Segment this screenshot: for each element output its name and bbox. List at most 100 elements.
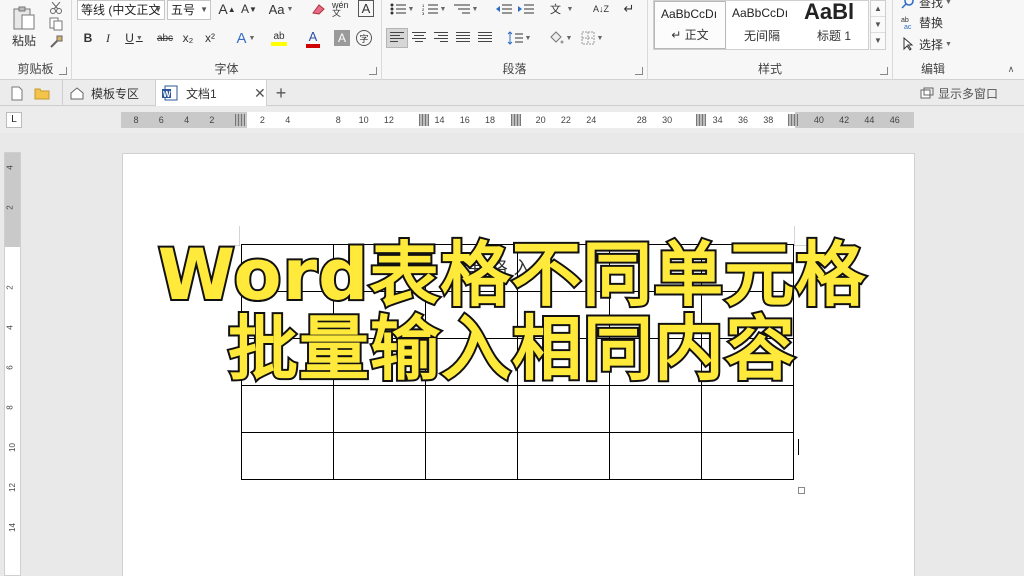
line-spacing-button[interactable]: ▼ — [504, 28, 534, 48]
borders-button[interactable]: ▼ — [578, 28, 606, 48]
table-cell[interactable] — [609, 385, 702, 433]
numbering-button[interactable]: 1 2 3 ▼ — [420, 0, 448, 18]
table-cell[interactable] — [333, 385, 426, 433]
tab-document[interactable]: W 文档1 ✕ — [155, 80, 267, 106]
clipboard-launcher[interactable] — [59, 67, 67, 75]
font-color-button[interactable]: A — [298, 28, 328, 48]
column-marker[interactable] — [419, 114, 429, 126]
paragraph-launcher[interactable] — [635, 67, 643, 75]
paint-bucket-icon — [549, 31, 564, 44]
column-marker[interactable] — [235, 114, 245, 126]
superscript-label: x² — [205, 31, 215, 45]
cut-button[interactable] — [46, 0, 66, 16]
editing-group: 查找 ▼ ab ac 替换 选择 ▼ 编辑 — [893, 0, 973, 80]
style-normal[interactable]: AaBbCcDı ↵ 正文 — [654, 1, 726, 49]
find-button[interactable]: 查找 ▼ — [901, 0, 952, 10]
enclose-char-button[interactable]: 字 — [356, 30, 372, 46]
collapse-ribbon-button[interactable]: ∧ — [1004, 62, 1018, 76]
superscript-button[interactable]: x² — [201, 28, 219, 48]
grow-font-button[interactable]: A ▲ — [218, 0, 236, 18]
gallery-down-button[interactable]: ▼ — [871, 17, 885, 33]
gallery-more-button[interactable]: ▼ — [871, 33, 885, 49]
change-case-button[interactable]: Aa ▼ — [266, 0, 296, 18]
tab-stop-selector[interactable]: L — [6, 112, 22, 128]
find-label: 查找 — [919, 0, 944, 10]
highlight-button[interactable]: ab — [264, 28, 294, 48]
paste-button[interactable]: 粘贴 — [8, 2, 40, 52]
bold-label: B — [83, 31, 93, 45]
style-heading-1[interactable]: AaBl 标题 1 — [798, 0, 870, 49]
replace-button[interactable]: ab ac 替换 — [901, 14, 943, 30]
table-cell[interactable] — [425, 432, 518, 480]
style-no-spacing[interactable]: AaBbCcDı 无间隔 — [726, 1, 798, 49]
bold-button[interactable]: B — [80, 28, 96, 48]
table-cell[interactable] — [333, 432, 426, 480]
increase-indent-button[interactable] — [516, 0, 536, 18]
table-cell[interactable] — [241, 432, 334, 480]
close-icon[interactable]: ✕ — [254, 85, 266, 102]
italic-label: I — [106, 30, 110, 45]
strikethrough-button[interactable]: abc — [154, 28, 176, 48]
align-left-button[interactable] — [386, 28, 408, 48]
align-right-button[interactable] — [430, 28, 452, 48]
chevron-down-icon: ▼ — [200, 5, 208, 14]
borders-icon — [581, 31, 595, 45]
select-button[interactable]: 选择 ▼ — [901, 36, 952, 52]
clear-format-button[interactable] — [308, 0, 328, 18]
document-tab-bar: 模板专区 W 文档1 ✕ + 显示多窗口 — [0, 80, 1024, 106]
text-effect-button[interactable]: A ▼ — [232, 28, 260, 48]
indent-icon — [518, 4, 534, 14]
styles-launcher[interactable] — [880, 67, 888, 75]
style-normal-name: ↵ 正文 — [671, 28, 709, 42]
column-marker[interactable] — [696, 114, 706, 126]
multi-window-button[interactable]: 显示多窗口 — [920, 84, 998, 102]
align-center-button[interactable] — [408, 28, 430, 48]
new-tab-button[interactable]: + — [272, 83, 290, 103]
asian-layout-button[interactable]: 文 ▼ — [546, 0, 576, 18]
text-effect-label: A — [236, 29, 247, 47]
svg-text:ac: ac — [904, 24, 912, 29]
select-label: 选择 — [919, 37, 944, 52]
show-marks-button[interactable]: ↵ — [620, 0, 638, 18]
sort-button[interactable]: A↓Z — [590, 0, 612, 18]
underline-button[interactable]: U ▼ — [120, 28, 148, 48]
gallery-up-button[interactable]: ▲ — [871, 1, 885, 17]
format-painter-button[interactable] — [46, 34, 66, 50]
column-marker[interactable] — [511, 114, 521, 126]
shading-button[interactable]: ▼ — [546, 28, 574, 48]
horizontal-ruler[interactable]: 8 6 4 2 2 4 8 10 12 14 16 18 20 22 24 28 30 34 36 38 40 42 44 4… — [121, 112, 914, 128]
multi-window-label: 显示多窗口 — [938, 86, 999, 101]
phonetic-guide-button[interactable]: wén文 — [332, 0, 354, 18]
vertical-ruler-tick-label: 4 — [5, 165, 15, 170]
column-marker[interactable] — [788, 114, 798, 126]
table-cell[interactable] — [517, 432, 610, 480]
decrease-indent-button[interactable] — [494, 0, 514, 18]
tab-templates[interactable]: 模板专区 — [62, 80, 154, 106]
table-cell[interactable] — [241, 385, 334, 433]
table-cell[interactable] — [609, 432, 702, 480]
open-folder-button[interactable] — [32, 84, 52, 102]
char-shading-button[interactable]: A — [334, 30, 350, 46]
distributed-button[interactable] — [474, 28, 496, 48]
new-doc-button[interactable] — [8, 84, 26, 102]
multilevel-list-button[interactable]: ▼ — [452, 0, 480, 18]
font-launcher[interactable] — [369, 67, 377, 75]
bullets-button[interactable]: ▼ — [388, 0, 416, 18]
word-doc-icon: W — [162, 85, 178, 101]
shrink-font-button[interactable]: A ▼ — [240, 0, 258, 18]
table-cell[interactable] — [517, 385, 610, 433]
copy-button[interactable] — [46, 16, 66, 32]
subscript-button[interactable]: x₂ — [179, 28, 197, 48]
italic-button[interactable]: I — [100, 28, 116, 48]
table-cell[interactable] — [425, 385, 518, 433]
table-cell[interactable] — [701, 432, 794, 480]
style-no-spacing-name: 无间隔 — [743, 29, 780, 43]
font-name-combo[interactable]: 等线 (中文正文 ▼ — [77, 0, 165, 20]
style-heading-1-name: 标题 1 — [816, 29, 851, 43]
char-border-button[interactable]: A — [358, 0, 374, 17]
font-size-combo[interactable]: 五号 ▼ — [167, 0, 211, 20]
ribbon: 粘贴 剪贴板 等线 (中文正文 ▼ 五号 ▼ A ▲ A ▼ Aa ▼ wén文 A — [0, 0, 1024, 80]
justify-button[interactable] — [452, 28, 474, 48]
table-resize-handle[interactable] — [798, 487, 805, 494]
table-cell[interactable] — [701, 385, 794, 433]
